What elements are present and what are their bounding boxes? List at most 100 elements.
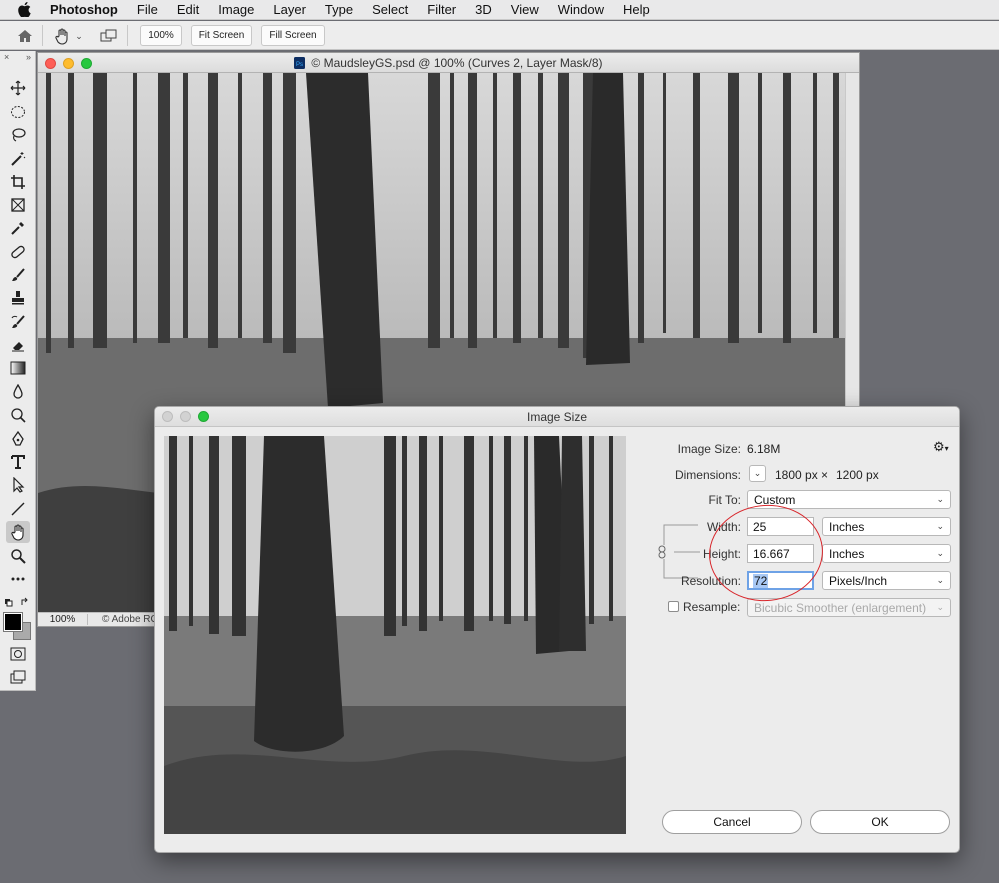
frame-tool-icon[interactable] [6,194,30,216]
fit-screen-button[interactable]: Fit Screen [191,25,252,46]
magic-wand-tool-icon[interactable] [6,148,30,170]
gear-icon[interactable]: ⚙▾ [933,439,949,455]
toolbox-expand-icon[interactable]: » [26,51,31,63]
eraser-tool-icon[interactable] [6,334,30,356]
hand-tool-icon[interactable] [52,26,72,46]
image-preview[interactable] [164,436,626,834]
height-unit-select[interactable]: Inches ⌄ [822,544,951,563]
apple-icon[interactable] [16,2,32,18]
resample-checkbox[interactable] [668,601,679,612]
scroll-all-windows-icon[interactable] [99,26,119,46]
healing-brush-tool-icon[interactable] [6,241,30,263]
dodge-tool-icon[interactable] [6,404,30,426]
menu-edit[interactable]: Edit [177,2,199,17]
line-tool-icon[interactable] [6,498,30,520]
pen-tool-icon[interactable] [6,428,30,450]
options-separator [42,25,43,46]
document-title-text: © MaudsleyGS.psd @ 100% (Curves 2, Layer… [311,55,603,70]
resolution-unit-value: Pixels/Inch [829,573,888,588]
resample-label: Resample: [683,600,741,614]
zoom-tool-icon[interactable] [6,545,30,567]
toolbox-header: × » [0,51,35,63]
zoom-100-button[interactable]: 100% [140,25,182,46]
dialog-maximize-button[interactable] [198,411,209,422]
dimensions-unit-chevron-icon[interactable]: ⌄ [749,465,766,482]
gradient-tool-icon[interactable] [6,357,30,379]
dimensions-height: 1200 px [836,468,879,482]
move-tool-icon[interactable] [6,77,30,99]
lasso-tool-icon[interactable] [6,124,30,146]
resample-select[interactable]: Bicubic Smoother (enlargement) ⌄ [747,598,951,617]
resample-value: Bicubic Smoother (enlargement) [754,600,927,615]
chevron-down-icon: ⌄ [936,521,944,531]
link-icon[interactable] [657,545,667,559]
maximize-window-button[interactable] [81,58,92,69]
height-label: Height: [702,547,741,561]
menu-help[interactable]: Help [623,2,650,17]
resolution-unit-select[interactable]: Pixels/Inch ⌄ [822,571,951,590]
chevron-down-icon: ⌄ [936,602,944,612]
menu-bar: Photoshop File Edit Image Layer Type Sel… [0,0,999,20]
fit-to-select[interactable]: Custom ⌄ [747,490,951,509]
status-zoom[interactable]: 100% [38,614,88,625]
ok-button[interactable]: OK [810,810,950,834]
clone-stamp-tool-icon[interactable] [6,287,30,309]
menu-select[interactable]: Select [372,2,408,17]
chevron-down-icon: ⌄ [936,575,944,585]
minimize-window-button[interactable] [63,58,74,69]
eyedropper-tool-icon[interactable] [6,217,30,239]
path-selection-tool-icon[interactable] [6,474,30,496]
dimensions-label: Dimensions: [674,468,741,482]
menu-file[interactable]: File [137,2,158,17]
menu-window[interactable]: Window [558,2,604,17]
resolution-field[interactable]: 72 [747,571,814,590]
menu-app-name[interactable]: Photoshop [50,2,118,17]
menu-layer[interactable]: Layer [273,2,306,17]
brush-tool-icon[interactable] [6,264,30,286]
fill-screen-button[interactable]: Fill Screen [261,25,325,46]
menu-image[interactable]: Image [218,2,254,17]
toolbox-close-icon[interactable]: × [4,51,9,63]
tool-preset-chevron-icon[interactable]: ⌄ [72,26,86,46]
chevron-down-icon: ⌄ [936,548,944,558]
dimensions-width: 1800 px [775,468,818,482]
status-info[interactable]: © Adobe RG [102,614,158,625]
dialog-close-button[interactable] [162,411,173,422]
fit-to-label: Fit To: [708,493,741,507]
image-size-dialog: Image Size Image Size: 6.18M ⚙▾ Dimensio… [154,406,960,853]
resolution-label: Resolution: [680,574,741,588]
close-window-button[interactable] [45,58,56,69]
dialog-title-bar: Image Size [155,407,959,427]
dialog-title: Image Size [526,409,588,424]
menu-3d[interactable]: 3D [475,2,492,17]
width-unit-select[interactable]: Inches ⌄ [822,517,951,536]
width-field[interactable]: 25 [747,517,814,536]
dimensions-times: × [821,468,829,482]
psd-file-icon: Ps [294,56,306,69]
more-tools-icon[interactable] [6,568,30,590]
marquee-tool-icon[interactable] [6,101,30,123]
options-separator [127,25,128,46]
hand-tool-icon[interactable] [6,521,30,543]
cancel-button[interactable]: Cancel [662,810,802,834]
type-tool-icon[interactable] [6,451,30,473]
screen-mode-icon[interactable] [6,666,30,688]
menu-filter[interactable]: Filter [427,2,456,17]
menu-view[interactable]: View [511,2,539,17]
home-icon[interactable] [15,26,35,46]
quick-mask-icon[interactable] [6,643,30,665]
width-label: Width: [706,520,741,534]
blur-tool-icon[interactable] [6,381,30,403]
dialog-minimize-button[interactable] [180,411,191,422]
height-field[interactable]: 16.667 [747,544,814,563]
options-bar: ⌄ 100% Fit Screen Fill Screen [0,21,999,50]
foreground-color-swatch[interactable] [3,612,23,632]
swap-colors-icon[interactable] [4,597,32,609]
document-title-bar: Ps © MaudsleyGS.psd @ 100% (Curves 2, La… [38,53,859,73]
fit-to-value: Custom [754,492,796,507]
chevron-down-icon: ⌄ [936,494,944,504]
menu-type[interactable]: Type [325,2,353,17]
image-size-label: Image Size: [677,442,741,456]
history-brush-tool-icon[interactable] [6,311,30,333]
crop-tool-icon[interactable] [6,171,30,193]
